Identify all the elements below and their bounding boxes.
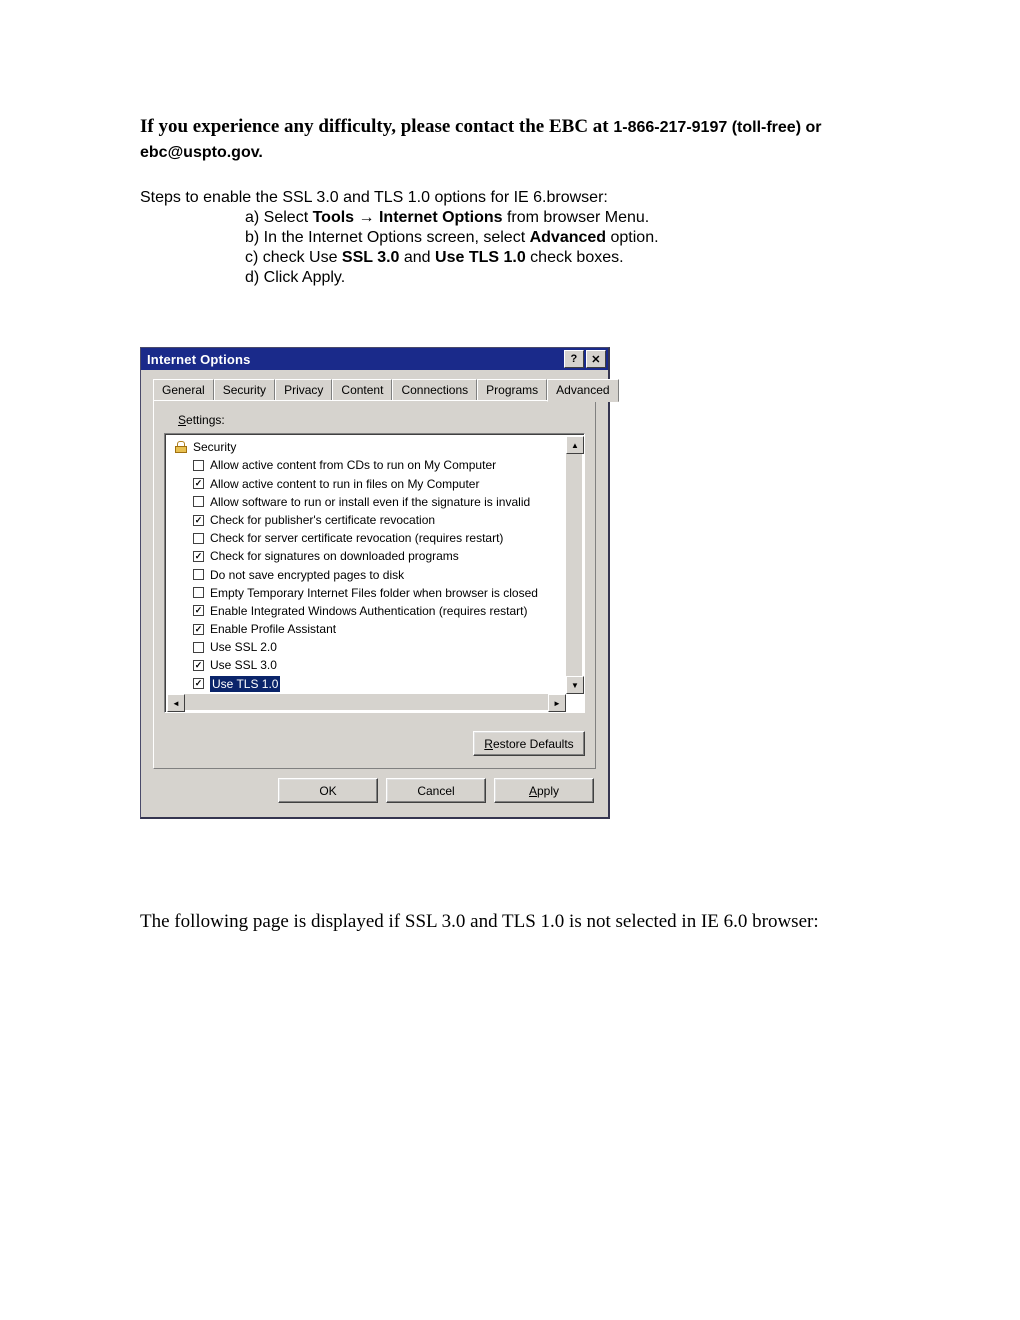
dialog-footer: OK Cancel Apply <box>141 778 608 817</box>
horizontal-scrollbar[interactable]: ◄ ► <box>167 694 566 710</box>
setting-item[interactable]: Use SSL 3.0 <box>175 656 564 674</box>
help-button[interactable]: ? <box>564 350 584 368</box>
step-a: a) Select Tools → Internet Options from … <box>245 209 880 227</box>
dialog-title: Internet Options <box>147 352 251 367</box>
advanced-panel: Settings: Security Allow active content … <box>153 400 596 769</box>
apply-button[interactable]: Apply <box>494 778 594 803</box>
checkbox[interactable] <box>193 587 204 598</box>
checkbox[interactable] <box>193 478 204 489</box>
tab-content[interactable]: Content <box>332 379 392 402</box>
checkbox[interactable] <box>193 569 204 580</box>
checkbox[interactable] <box>193 660 204 671</box>
close-button[interactable]: ✕ <box>586 350 606 368</box>
setting-label: Check for signatures on downloaded progr… <box>210 548 459 564</box>
dialog-titlebar: Internet Options ? ✕ <box>141 348 608 370</box>
setting-label: Enable Profile Assistant <box>210 621 336 637</box>
security-section-label: Security <box>193 440 236 454</box>
tab-strip: General Security Privacy Content Connect… <box>141 370 608 401</box>
setting-label: Empty Temporary Internet Files folder wh… <box>210 585 538 601</box>
setting-item[interactable]: Enable Integrated Windows Authentication… <box>175 602 564 620</box>
cancel-button[interactable]: Cancel <box>386 778 486 803</box>
setting-item[interactable]: Do not save encrypted pages to disk <box>175 566 564 584</box>
setting-label: Allow software to run or install even if… <box>210 494 530 510</box>
tab-general[interactable]: General <box>153 379 214 402</box>
checkbox[interactable] <box>193 624 204 635</box>
steps-title: Steps to enable the SSL 3.0 and TLS 1.0 … <box>140 189 880 207</box>
checkbox[interactable] <box>193 460 204 471</box>
setting-label: Use SSL 3.0 <box>210 657 277 673</box>
setting-label: Check for server certificate revocation … <box>210 530 503 546</box>
checkbox[interactable] <box>193 533 204 544</box>
checkbox[interactable] <box>193 642 204 653</box>
setting-item[interactable]: Check for publisher's certificate revoca… <box>175 511 564 529</box>
setting-label: Do not save encrypted pages to disk <box>210 567 404 583</box>
tab-privacy[interactable]: Privacy <box>275 379 332 402</box>
tab-connections[interactable]: Connections <box>392 379 477 402</box>
restore-defaults-button[interactable]: Restore Defaults <box>473 731 585 756</box>
intro-paragraph: If you experience any difficulty, please… <box>140 115 880 164</box>
checkbox[interactable] <box>193 551 204 562</box>
scroll-left-button[interactable]: ◄ <box>167 694 185 712</box>
scroll-right-button[interactable]: ► <box>548 694 566 712</box>
setting-label: Allow active content from CDs to run on … <box>210 457 496 473</box>
scroll-down-button[interactable]: ▼ <box>566 676 584 694</box>
setting-item[interactable]: Allow active content from CDs to run on … <box>175 456 564 474</box>
checkbox[interactable] <box>193 496 204 507</box>
setting-item[interactable]: Empty Temporary Internet Files folder wh… <box>175 584 564 602</box>
setting-item[interactable]: Check for server certificate revocation … <box>175 529 564 547</box>
setting-label: Enable Integrated Windows Authentication… <box>210 603 528 619</box>
step-d: d) Click Apply. <box>245 269 880 287</box>
setting-item[interactable]: Enable Profile Assistant <box>175 620 564 638</box>
setting-item[interactable]: Warn if changing between secure and not … <box>175 711 564 712</box>
internet-options-dialog: Internet Options ? ✕ General Security Pr… <box>140 347 610 819</box>
tab-programs[interactable]: Programs <box>477 379 547 402</box>
checkbox[interactable] <box>193 515 204 526</box>
setting-item[interactable]: Allow software to run or install even if… <box>175 493 564 511</box>
tab-security[interactable]: Security <box>214 379 275 402</box>
setting-label: Allow active content to run in files on … <box>210 476 479 492</box>
setting-item[interactable]: Use SSL 2.0 <box>175 638 564 656</box>
scroll-up-button[interactable]: ▲ <box>566 436 584 454</box>
steps-list: a) Select Tools → Internet Options from … <box>245 209 880 287</box>
tab-advanced[interactable]: Advanced <box>547 379 618 402</box>
step-c: c) check Use SSL 3.0 and Use TLS 1.0 che… <box>245 249 880 267</box>
settings-label: Settings: <box>178 413 585 427</box>
setting-label: Use TLS 1.0 <box>210 676 280 692</box>
step-b: b) In the Internet Options screen, selec… <box>245 229 880 247</box>
setting-label: Use SSL 2.0 <box>210 639 277 655</box>
intro-part1: If you experience any difficulty, please… <box>140 116 613 137</box>
setting-item[interactable]: Check for signatures on downloaded progr… <box>175 547 564 565</box>
settings-list-content: Security Allow active content from CDs t… <box>165 434 584 712</box>
checkbox[interactable] <box>193 605 204 616</box>
settings-listbox[interactable]: Security Allow active content from CDs t… <box>164 433 585 713</box>
setting-item[interactable]: Allow active content to run in files on … <box>175 475 564 493</box>
lock-icon <box>175 441 187 453</box>
vertical-scrollbar[interactable]: ▲ ▼ <box>566 436 582 694</box>
intro-phone: 1-866-217-9197 (toll-free) <box>613 119 801 136</box>
setting-item[interactable]: Use TLS 1.0 <box>175 675 564 693</box>
setting-label: Check for publisher's certificate revoca… <box>210 512 435 528</box>
security-section-header: Security <box>175 440 564 454</box>
ok-button[interactable]: OK <box>278 778 378 803</box>
checkbox[interactable] <box>193 678 204 689</box>
after-paragraph: The following page is displayed if SSL 3… <box>140 909 880 935</box>
